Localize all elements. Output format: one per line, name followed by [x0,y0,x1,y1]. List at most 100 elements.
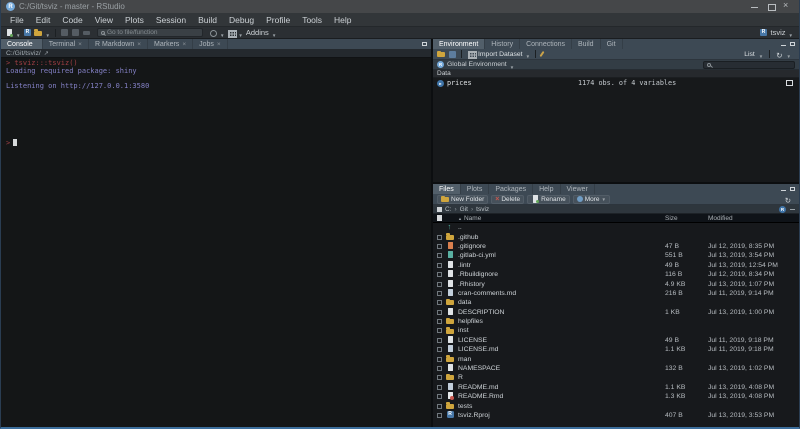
more-button[interactable]: More [573,195,610,204]
file-name[interactable]: LICENSE.md [458,346,665,353]
sort-ascending-icon[interactable] [458,215,462,222]
file-row[interactable]: .Rbuildignore 116 B Jul 12, 2019, 8:34 P… [433,270,799,279]
file-name[interactable]: data [458,299,665,306]
file-row[interactable]: inst [433,326,799,335]
row-checkbox[interactable] [437,385,442,390]
window-close-icon[interactable] [783,3,790,10]
row-checkbox[interactable] [437,300,442,305]
menu-item[interactable]: Session [150,15,192,25]
file-name[interactable]: inst [458,327,665,334]
file-row[interactable]: DESCRIPTION 1 KB Jul 13, 2019, 1:00 PM [433,308,799,317]
file-row[interactable]: man [433,354,799,363]
files-pane-tab[interactable]: Viewer [561,184,595,194]
expand-object-icon[interactable]: ▶ [437,80,444,87]
tab-close-icon[interactable]: × [217,41,221,48]
row-checkbox[interactable] [437,328,442,333]
window-minimize-icon[interactable] [751,3,758,10]
row-checkbox[interactable] [437,272,442,277]
file-name[interactable]: cran-comments.md [458,290,665,297]
file-row[interactable]: .. [433,223,799,232]
file-row[interactable]: tsviz.Rproj 407 B Jul 13, 2019, 3:53 PM [433,411,799,420]
row-checkbox[interactable] [437,282,442,287]
file-name[interactable]: README.md [458,384,665,391]
tab-close-icon[interactable]: × [78,41,82,48]
files-pane-tab[interactable]: Packages [489,184,533,194]
select-all-checkbox[interactable] [437,215,443,221]
environment-pane-tab[interactable]: Environment [433,39,485,49]
file-row[interactable]: .Rhistory 4.9 KB Jul 13, 2019, 1:07 PM [433,279,799,288]
goto-file-box[interactable] [97,28,203,37]
workspace-icon[interactable] [209,29,217,37]
row-checkbox[interactable] [437,244,442,249]
file-row[interactable]: data [433,298,799,307]
save-icon[interactable] [61,29,69,37]
clear-objects-icon[interactable] [540,51,545,57]
file-name[interactable]: LICENSE [458,337,665,344]
file-row[interactable]: R [433,373,799,382]
file-row[interactable]: NAMESPACE 132 B Jul 13, 2019, 1:02 PM [433,364,799,373]
files-pane-tab[interactable]: Files [433,184,461,194]
menu-item[interactable]: Plots [119,15,150,25]
column-size[interactable]: Size [665,215,708,222]
save-workspace-icon[interactable] [448,50,456,58]
row-checkbox[interactable] [437,347,442,352]
tab-close-icon[interactable]: × [137,41,141,48]
row-checkbox[interactable] [437,366,442,371]
save-all-icon[interactable] [72,29,80,37]
file-name[interactable]: .lintr [458,262,665,269]
pane-layout-icon[interactable] [227,29,235,37]
view-data-icon[interactable] [786,80,793,86]
print-icon[interactable] [83,29,91,37]
file-row[interactable]: LICENSE 49 B Jul 11, 2019, 9:18 PM [433,336,799,345]
file-name[interactable]: README.Rmd [458,393,665,400]
file-name[interactable]: R [458,374,665,381]
console-output[interactable]: > tsviz:::tsviz()Loading required packag… [1,58,431,427]
file-row[interactable]: .gitlab-ci.yml 551 B Jul 13, 2019, 3:54 … [433,251,799,260]
menu-item[interactable]: Help [328,15,357,25]
console-pane-tab[interactable]: R Markdown × [89,39,148,49]
file-name[interactable]: man [458,356,665,363]
row-checkbox[interactable] [437,357,442,362]
file-row[interactable]: LICENSE.md 1.1 KB Jul 11, 2019, 9:18 PM [433,345,799,354]
file-row[interactable]: .github [433,232,799,241]
file-name[interactable]: NAMESPACE [458,365,665,372]
row-checkbox[interactable] [437,310,442,315]
home-icon[interactable] [437,207,442,212]
breadcrumb-options-icon[interactable] [790,209,795,210]
menu-item[interactable]: Build [192,15,223,25]
menu-item[interactable]: View [89,15,119,25]
console-pane-tab[interactable]: Console [1,39,43,49]
new-project-icon[interactable] [23,29,31,37]
row-checkbox[interactable] [437,338,442,343]
window-maximize-icon[interactable] [767,3,774,10]
environment-scope-selector[interactable]: Global Environment [447,61,507,68]
file-name[interactable]: helpfiles [458,318,665,325]
tab-close-icon[interactable]: × [182,41,186,48]
row-checkbox[interactable] [437,319,442,324]
import-dataset-button[interactable]: Import Dataset [478,51,523,58]
file-name[interactable]: tsviz.Rproj [458,412,665,419]
row-checkbox[interactable] [437,394,442,399]
file-row[interactable]: helpfiles [433,317,799,326]
file-row[interactable]: README.md 1.1 KB Jul 13, 2019, 4:08 PM [433,383,799,392]
load-workspace-icon[interactable] [437,50,445,58]
environment-object-row[interactable]: ▶ prices 1174 obs. of 4 variables [433,78,799,88]
console-pane-tab[interactable]: Markers × [148,39,193,49]
console-pane-tab[interactable]: Terminal × [43,39,89,49]
file-name[interactable]: .. [458,224,665,231]
row-checkbox[interactable] [437,263,442,268]
environment-pane-tab[interactable]: Build [572,39,601,49]
file-row[interactable]: .gitignore 47 B Jul 12, 2019, 8:35 PM [433,242,799,251]
files-pane-tab[interactable]: Plots [461,184,490,194]
file-row[interactable]: tests [433,401,799,410]
goto-directory-icon[interactable]: ↗ [44,50,49,57]
environment-search-box[interactable] [703,61,795,69]
row-checkbox[interactable] [437,291,442,296]
row-checkbox[interactable] [437,235,442,240]
file-row[interactable]: README.Rmd 1.3 KB Jul 13, 2019, 4:08 PM [433,392,799,401]
row-checkbox[interactable] [437,404,442,409]
row-checkbox[interactable] [437,375,442,380]
menu-item[interactable]: Edit [30,15,57,25]
file-name[interactable]: .gitignore [458,243,665,250]
file-name[interactable]: .Rhistory [458,281,665,288]
